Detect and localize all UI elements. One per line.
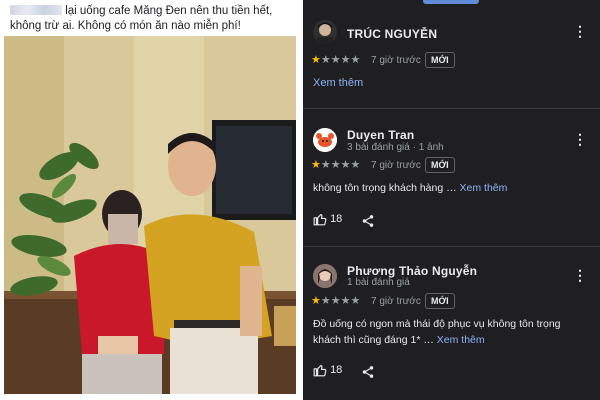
share-icon: [362, 214, 374, 227]
star-icon: ★: [330, 54, 341, 66]
kebab-icon[interactable]: ⋮: [573, 268, 587, 282]
star-icon: ★: [320, 295, 331, 307]
new-badge: MỚI: [425, 52, 455, 68]
post-text: lại uống cafe Măng Đen nên thu tiền hết,…: [10, 4, 296, 34]
post-photo-art: [4, 36, 296, 394]
new-badge: MỚI: [425, 157, 455, 173]
reviewer-name[interactable]: Phương Thảo Nguyễn: [347, 264, 477, 278]
thumbs-up-icon: [313, 365, 327, 377]
star-icon: ★: [330, 159, 341, 171]
review-body: không tôn trọng khách hàng …: [313, 182, 457, 194]
like-count: 18: [330, 363, 343, 376]
blurred-text: [10, 5, 62, 15]
review-body-line2: khách thì cũng đáng 1* …: [313, 334, 434, 346]
star-icon: ★: [350, 54, 361, 66]
post-text-line1: lại uống cafe Măng Đen nên thu tiền hết,: [65, 5, 273, 17]
like-count: 18: [330, 212, 343, 225]
review-time: 7 giờ trước: [371, 296, 421, 307]
reviewer-name[interactable]: TRÚC NGUYỄN: [347, 27, 437, 41]
avatar[interactable]: [313, 20, 337, 44]
star-rating: ★★★★★: [311, 294, 360, 307]
share-icon: [362, 365, 374, 378]
see-more-link[interactable]: Xem thêm: [313, 77, 363, 89]
star-icon: ★: [320, 159, 331, 171]
star-icon: ★: [320, 54, 331, 66]
star-icon: ★: [330, 295, 341, 307]
reviewer-meta: 1 bài đánh giá: [347, 277, 410, 288]
post-photo: [4, 36, 296, 394]
review-time: 7 giờ trước: [371, 55, 421, 66]
review-card: Phương Thảo Nguyễn 1 bài đánh giá ⋮ ★★★★…: [303, 246, 600, 400]
avatar[interactable]: [313, 264, 337, 288]
star-icon: ★: [340, 295, 351, 307]
review-text: không tôn trọng khách hàng … Xem thêm: [313, 180, 593, 196]
star-icon: ★: [311, 54, 321, 66]
star-rating: ★★★★★: [311, 158, 360, 171]
review-text: Đồ uống có ngon mà thái độ phục vụ không…: [313, 316, 593, 348]
star-rating: ★★★★★: [311, 53, 360, 66]
star-icon: ★: [311, 295, 321, 307]
avatar[interactable]: [313, 128, 337, 152]
star-icon: ★: [340, 159, 351, 171]
review-card: Duyen Tran 3 bài đánh giá · 1 ảnh ⋮ ★★★★…: [303, 108, 600, 246]
thumbs-up-icon: [313, 214, 327, 226]
review-time: 7 giờ trước: [371, 160, 421, 171]
reviews-panel: TRÚC NGUYỄN ⋮ ★★★★★ 7 giờ trước MỚI Xem …: [303, 0, 600, 400]
star-icon: ★: [311, 159, 321, 171]
new-badge: MỚI: [425, 293, 455, 309]
like-button[interactable]: 18: [313, 363, 342, 377]
see-more-link[interactable]: Xem thêm: [460, 182, 508, 194]
share-button[interactable]: [361, 363, 375, 381]
see-more-link[interactable]: Xem thêm: [437, 334, 485, 346]
share-button[interactable]: [361, 212, 375, 230]
star-icon: ★: [340, 54, 351, 66]
star-icon: ★: [350, 159, 361, 171]
social-post: lại uống cafe Măng Đen nên thu tiền hết,…: [0, 0, 300, 400]
kebab-icon[interactable]: ⋮: [573, 132, 587, 146]
post-text-line2: không trừ ai. Không có món ăn nào miễn p…: [10, 20, 241, 32]
review-card: TRÚC NGUYỄN ⋮ ★★★★★ 7 giờ trước MỚI Xem …: [303, 0, 600, 108]
like-button[interactable]: 18: [313, 212, 342, 226]
reviewer-meta: 3 bài đánh giá · 1 ảnh: [347, 142, 444, 153]
reviewer-name[interactable]: Duyen Tran: [347, 128, 414, 142]
star-icon: ★: [350, 295, 361, 307]
review-body-line1: Đồ uống có ngon mà thái độ phục vụ không…: [313, 318, 561, 330]
kebab-icon[interactable]: ⋮: [573, 24, 587, 38]
